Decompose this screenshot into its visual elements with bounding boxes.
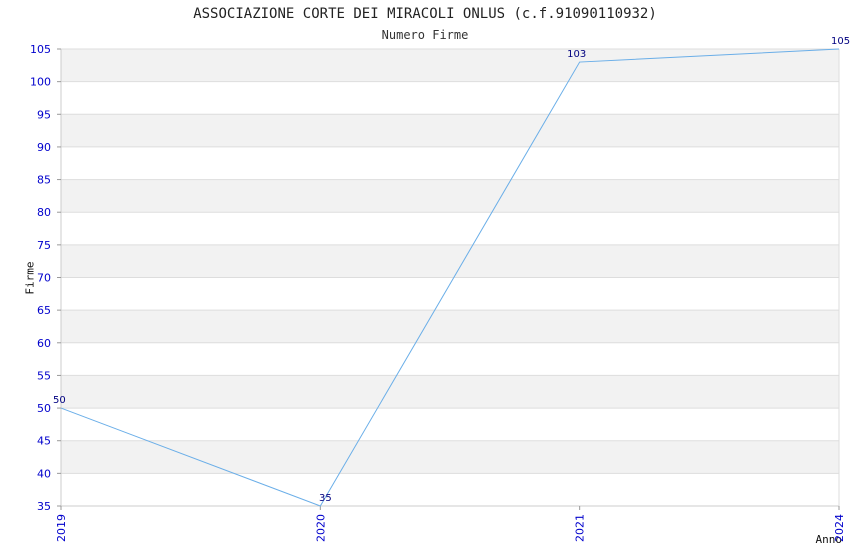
y-tick-label: 70	[37, 272, 51, 285]
x-tick-label: 2021	[574, 514, 587, 542]
x-ticks: 2019 2020 2021 2024	[55, 506, 846, 542]
grid-band	[61, 179, 839, 213]
y-tick: 70	[37, 272, 61, 285]
grid-band	[61, 49, 839, 82]
y-tick: 65	[37, 304, 61, 317]
y-tick-label: 105	[30, 43, 51, 56]
y-tick: 40	[37, 467, 61, 480]
y-tick: 35	[37, 500, 61, 513]
y-tick-label: 35	[37, 500, 51, 513]
y-tick-label: 45	[37, 435, 51, 448]
grid-band	[61, 310, 839, 343]
x-tick-label: 2020	[314, 514, 327, 542]
y-tick-label: 60	[37, 337, 51, 350]
grid-band	[61, 408, 839, 441]
y-tick: 95	[37, 108, 61, 121]
y-tick-label: 55	[37, 369, 51, 382]
x-tick-label: 2019	[55, 514, 68, 542]
grid-band	[61, 277, 839, 311]
data-label: 103	[567, 49, 586, 60]
y-tick: 75	[37, 239, 61, 252]
y-tick: 90	[37, 141, 61, 154]
x-tick: 2024	[833, 506, 846, 542]
data-label: 105	[831, 36, 850, 47]
y-ticks: 35 40 45 50 55 60 65 70 75 80 85 90 95 100 105	[30, 43, 61, 513]
y-tick: 80	[37, 206, 61, 219]
grid-band	[61, 440, 839, 474]
x-tick: 2021	[574, 506, 587, 542]
line-chart: 35 40 45 50 55 60 65 70 75 80 85 90 95 100 105 2019 202…	[30, 36, 850, 542]
y-tick-label: 40	[37, 467, 51, 480]
x-tick: 2019	[55, 506, 68, 542]
y-tick: 45	[37, 435, 61, 448]
grid-band	[61, 212, 839, 245]
y-tick-label: 90	[37, 141, 51, 154]
data-label: 50	[53, 395, 66, 406]
grid-band	[61, 81, 839, 115]
x-tick-label: 2024	[833, 514, 846, 542]
x-tick: 2020	[314, 506, 327, 542]
grid-band	[61, 473, 839, 506]
grid-band	[61, 244, 839, 278]
grid-band	[61, 146, 839, 180]
grid-band	[61, 342, 839, 376]
data-label: 35	[319, 493, 332, 504]
grid-band	[61, 114, 839, 147]
grid-band	[61, 375, 839, 409]
y-tick-label: 85	[37, 174, 51, 187]
y-tick: 55	[37, 369, 61, 382]
y-tick-label: 50	[37, 402, 51, 415]
y-tick: 60	[37, 337, 61, 350]
y-tick-label: 100	[30, 76, 51, 89]
y-tick: 100	[30, 76, 61, 89]
y-tick: 85	[37, 174, 61, 187]
y-tick-label: 80	[37, 206, 51, 219]
y-tick: 105	[30, 43, 61, 56]
y-tick-label: 95	[37, 108, 51, 121]
y-tick-label: 75	[37, 239, 51, 252]
y-tick-label: 65	[37, 304, 51, 317]
